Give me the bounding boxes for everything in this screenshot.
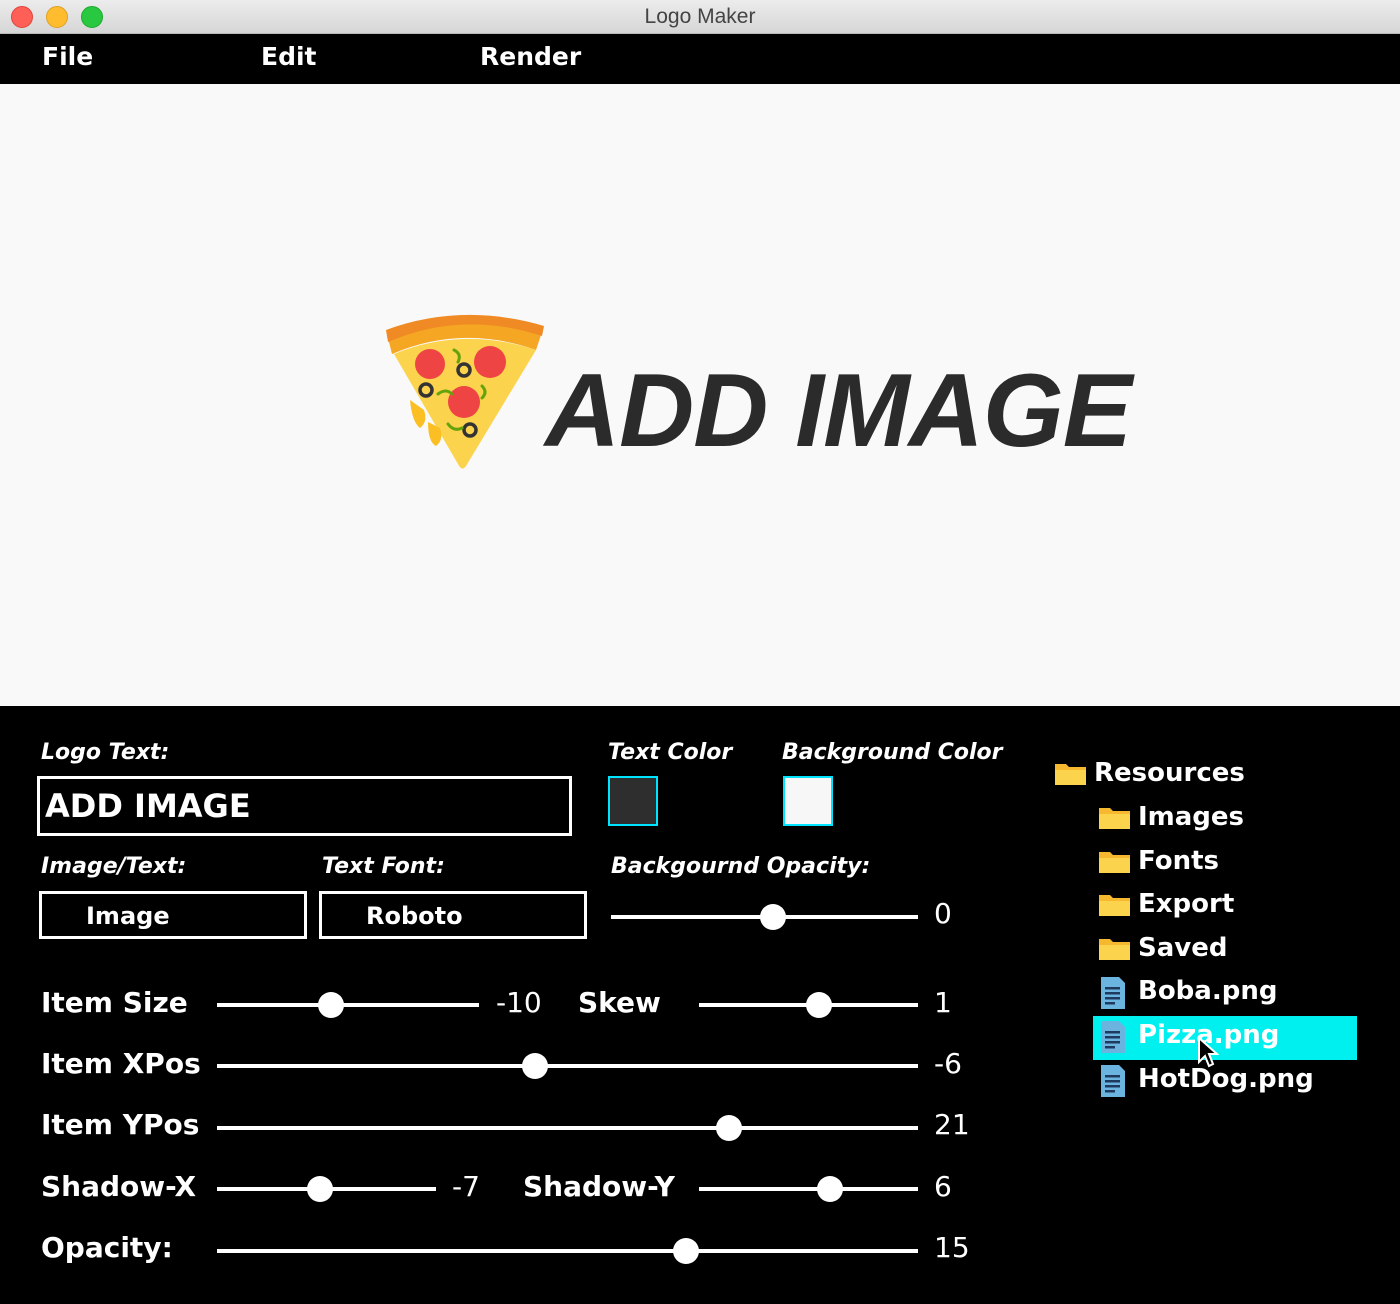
- background-opacity-value: 0: [934, 897, 952, 930]
- controls-panel: Logo Text: ADD IMAGE Text Color Backgrou…: [0, 706, 1400, 1304]
- shadow-x-label: Shadow-X: [41, 1170, 197, 1203]
- opacity-label: Opacity:: [41, 1231, 173, 1264]
- item-xpos-value: -6: [934, 1047, 962, 1080]
- tree-folder-images[interactable]: Images: [1098, 800, 1298, 840]
- item-size-slider[interactable]: [217, 992, 479, 1018]
- document-icon: [1101, 1065, 1125, 1097]
- background-color-swatch[interactable]: [783, 776, 833, 826]
- menu-bar: File Edit Render: [0, 34, 1400, 84]
- tree-file-boba[interactable]: Boba.png: [1100, 974, 1320, 1014]
- skew-slider-handle[interactable]: [806, 992, 832, 1018]
- tree-label: Fonts: [1138, 846, 1219, 876]
- text-font-select[interactable]: Roboto: [319, 891, 587, 939]
- folder-icon: [1099, 808, 1130, 829]
- tree-folder-fonts[interactable]: Fonts: [1098, 844, 1298, 884]
- folder-icon: [1055, 764, 1086, 785]
- shadow-x-slider-handle[interactable]: [307, 1176, 333, 1202]
- document-icon: [1101, 1021, 1125, 1053]
- tree-label: Export: [1138, 889, 1235, 919]
- image-text-select[interactable]: Image: [39, 891, 307, 939]
- tree-folder-export[interactable]: Export: [1098, 887, 1298, 927]
- tree-label: Saved: [1138, 933, 1228, 963]
- item-size-label: Item Size: [41, 986, 188, 1019]
- item-size-value: -10: [496, 986, 542, 1019]
- pizza-icon: [386, 314, 544, 469]
- tree-label: HotDog.png: [1138, 1064, 1314, 1094]
- text-color-swatch[interactable]: [608, 776, 658, 826]
- logo-text-label: Logo Text:: [41, 740, 170, 765]
- shadow-y-slider[interactable]: [699, 1176, 918, 1202]
- item-ypos-value: 21: [934, 1108, 970, 1141]
- preview-logo-text: ADD IMAGE: [545, 353, 1132, 469]
- tree-file-hotdog[interactable]: HotDog.png: [1100, 1062, 1330, 1102]
- item-ypos-label: Item YPos: [41, 1108, 200, 1141]
- opacity-slider[interactable]: [217, 1238, 918, 1264]
- shadow-y-label: Shadow-Y: [523, 1170, 675, 1203]
- document-icon: [1101, 977, 1125, 1009]
- logo-preview-canvas: ADD IMAGE: [0, 84, 1400, 706]
- skew-slider[interactable]: [699, 992, 918, 1018]
- tree-folder-saved[interactable]: Saved: [1098, 931, 1298, 971]
- item-xpos-slider-handle[interactable]: [522, 1053, 548, 1079]
- menu-render[interactable]: Render: [480, 42, 581, 71]
- background-opacity-slider-handle[interactable]: [760, 904, 786, 930]
- shadow-y-slider-handle[interactable]: [817, 1176, 843, 1202]
- item-xpos-slider[interactable]: [217, 1053, 918, 1079]
- shadow-x-slider[interactable]: [217, 1176, 436, 1202]
- shadow-x-value: -7: [452, 1170, 480, 1203]
- opacity-value: 15: [934, 1231, 970, 1264]
- background-opacity-label: Backgournd Opacity:: [611, 854, 871, 879]
- background-color-label: Background Color: [782, 740, 1003, 765]
- folder-icon: [1099, 939, 1130, 960]
- logo-text-input[interactable]: ADD IMAGE: [37, 776, 572, 836]
- background-opacity-slider[interactable]: [611, 904, 918, 930]
- opacity-slider-handle[interactable]: [673, 1238, 699, 1264]
- window-title: Logo Maker: [644, 5, 756, 28]
- image-text-label: Image/Text:: [41, 854, 187, 879]
- tree-label: Images: [1138, 802, 1245, 832]
- item-ypos-slider[interactable]: [217, 1115, 918, 1141]
- tree-folder-resources[interactable]: Resources: [1054, 756, 1294, 796]
- tree-file-pizza[interactable]: Pizza.png: [1093, 1016, 1357, 1068]
- tree-label: Resources: [1094, 758, 1245, 788]
- folder-icon: [1099, 895, 1130, 916]
- text-color-label: Text Color: [608, 740, 733, 765]
- text-font-label: Text Font:: [322, 854, 445, 879]
- menu-edit[interactable]: Edit: [261, 42, 317, 71]
- item-xpos-label: Item XPos: [41, 1047, 201, 1080]
- skew-value: 1: [934, 986, 952, 1019]
- folder-icon: [1099, 852, 1130, 873]
- menu-file[interactable]: File: [42, 42, 93, 71]
- shadow-y-value: 6: [934, 1170, 952, 1203]
- item-size-slider-handle[interactable]: [318, 992, 344, 1018]
- tree-label: Boba.png: [1138, 976, 1278, 1006]
- item-ypos-slider-handle[interactable]: [716, 1115, 742, 1141]
- skew-label: Skew: [578, 986, 661, 1019]
- window-titlebar: Logo Maker: [0, 0, 1400, 34]
